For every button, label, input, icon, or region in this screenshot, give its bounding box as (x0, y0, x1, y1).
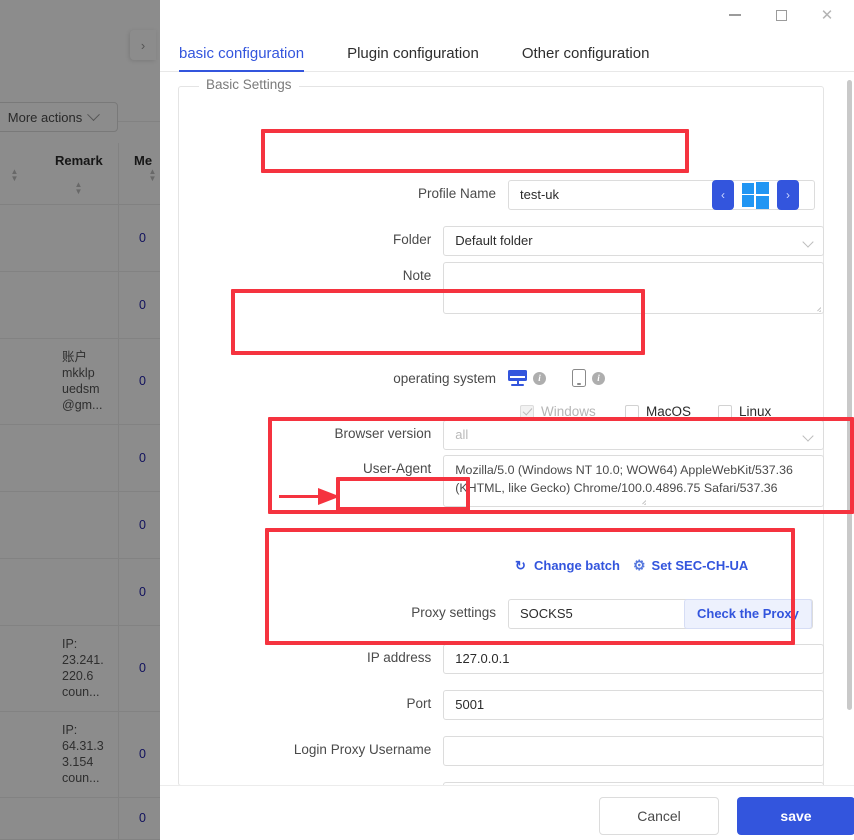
ip-address-input[interactable]: 127.0.0.1 (443, 644, 824, 674)
login-proxy-username-row: Login Proxy Username (178, 736, 824, 766)
login-proxy-password-input[interactable] (443, 782, 824, 785)
folder-value: Default folder (455, 233, 533, 248)
browser-version-value: all (455, 427, 469, 442)
screen: More actions › Remark Me ▲ ▼ ▲ ▼ ▲ ▼ 0 0 账户 m… (0, 0, 854, 840)
checkbox-box-icon (625, 404, 639, 419)
chevron-right-icon[interactable]: › (777, 180, 799, 210)
tab-bar: basic configuration Plugin configuration… (160, 30, 854, 72)
chevron-left-icon[interactable]: ‹ (712, 180, 734, 210)
operating-system-row: operating system i i (178, 366, 824, 387)
info-icon[interactable]: i (533, 371, 546, 385)
checkbox-windows-label: Windows (541, 404, 596, 419)
scrollbar[interactable] (847, 80, 852, 710)
close-icon[interactable]: ✕ (804, 0, 850, 30)
login-proxy-password-row: Login Proxy Password (178, 782, 824, 785)
profile-settings-dialog: ✕ basic configuration Plugin configurati… (160, 0, 854, 840)
basic-settings-legend: Basic Settings (199, 77, 299, 92)
chevron-down-icon (802, 430, 814, 442)
browser-version-row: Browser version all (178, 420, 824, 450)
change-batch-label: Change batch (534, 558, 620, 573)
change-batch-button[interactable]: ↻ Change batch (515, 558, 620, 573)
user-agent-textarea[interactable]: Mozilla/5.0 (Windows NT 10.0; WOW64) App… (443, 455, 824, 507)
window-titlebar: ✕ (160, 0, 854, 30)
checkbox-linux[interactable]: Linux (718, 404, 771, 419)
port-input[interactable]: 5001 (443, 690, 824, 720)
settings-scroll-area: Basic Settings Profile Name test-uk ‹ › … (160, 72, 854, 785)
gear-icon: ⚙ (632, 557, 646, 573)
resize-handle-icon[interactable] (812, 303, 821, 312)
set-sec-ch-ua-label: Set SEC-CH-UA (651, 558, 749, 573)
modal-backdrop[interactable] (0, 0, 160, 840)
checkbox-box-icon (718, 404, 732, 419)
windows-logo-icon (742, 181, 769, 209)
resize-handle-icon[interactable] (637, 496, 646, 505)
chevron-down-icon (802, 236, 814, 248)
cancel-button[interactable]: Cancel (599, 797, 719, 835)
os-switcher: ‹ › (712, 180, 799, 210)
folder-label: Folder (392, 232, 432, 247)
info-icon[interactable]: i (592, 371, 605, 385)
user-agent-row: User-Agent Mozilla/5.0 (Windows NT 10.0;… (178, 455, 824, 507)
mobile-device-icon[interactable] (572, 369, 586, 387)
check-proxy-button[interactable]: Check the Proxy (684, 599, 812, 629)
ip-address-label: IP address (366, 650, 432, 665)
user-agent-label: User-Agent (362, 461, 432, 476)
os-checkbox-group: Windows MacOS Linux (520, 404, 771, 419)
login-proxy-username-label: Login Proxy Username (293, 742, 432, 757)
proxy-settings-label: Proxy settings (411, 605, 496, 620)
tab-plugin-configuration[interactable]: Plugin configuration (347, 45, 479, 71)
dialog-footer: Cancel save (160, 785, 854, 840)
refresh-icon: ↻ (515, 558, 526, 573)
profile-name-label: Profile Name (417, 186, 496, 201)
port-row: Port 5001 (178, 690, 824, 720)
login-proxy-username-input[interactable] (443, 736, 824, 766)
tab-basic-configuration[interactable]: basic configuration (179, 45, 305, 72)
note-row: Note (178, 262, 824, 314)
operating-system-label: operating system (393, 371, 496, 386)
user-agent-actions: ↻ Change batch ⚙ Set SEC-CH-UA (515, 558, 748, 573)
checkbox-linux-label: Linux (739, 404, 772, 419)
os-device-toggles: i i (508, 366, 605, 387)
desktop-monitor-icon[interactable] (508, 369, 527, 387)
browser-version-label: Browser version (334, 426, 432, 441)
folder-select[interactable]: Default folder (443, 226, 824, 256)
checkbox-box-icon (520, 404, 534, 419)
checkbox-macos-label: MacOS (646, 404, 692, 419)
checkbox-macos[interactable]: MacOS (625, 404, 718, 419)
folder-row: Folder Default folder (178, 226, 824, 256)
note-textarea[interactable] (443, 262, 824, 314)
tab-other-configuration[interactable]: Other configuration (522, 45, 650, 71)
maximize-icon[interactable] (758, 0, 804, 30)
login-proxy-password-label: Login Proxy Password (178, 782, 443, 785)
port-label: Port (406, 696, 432, 711)
set-sec-ch-ua-button[interactable]: ⚙ Set SEC-CH-UA (633, 558, 748, 573)
browser-version-select[interactable]: all (443, 420, 824, 450)
proxy-settings-value: SOCKS5 (520, 606, 573, 621)
minimize-icon[interactable] (712, 0, 758, 30)
checkbox-windows[interactable]: Windows (520, 404, 625, 419)
save-button[interactable]: save (737, 797, 854, 835)
ip-address-row: IP address 127.0.0.1 (178, 644, 824, 674)
note-label: Note (402, 268, 432, 283)
